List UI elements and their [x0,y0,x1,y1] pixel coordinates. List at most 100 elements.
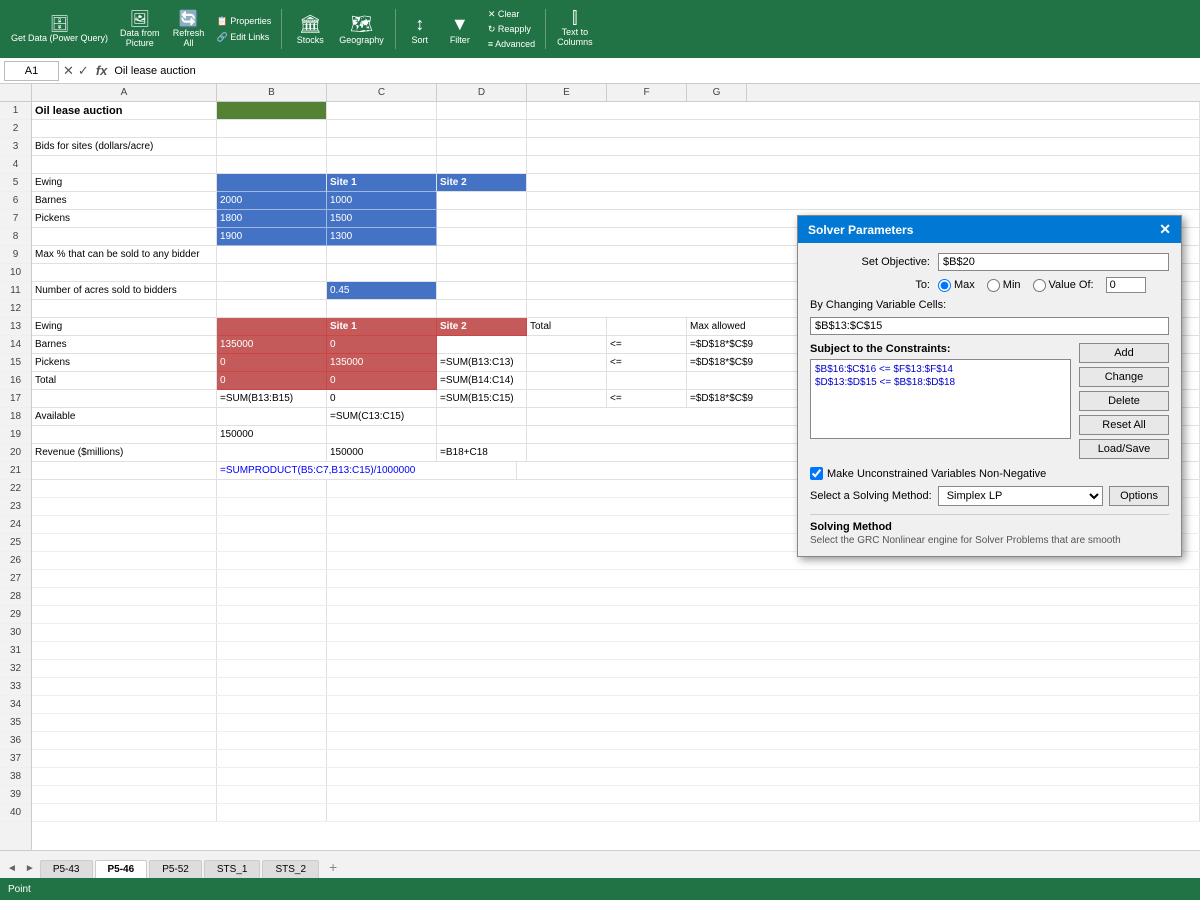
cell-c5[interactable]: Site 1 [327,174,437,192]
cell-f15[interactable]: <= [607,354,687,372]
cell-c15[interactable]: 135000 [327,354,437,372]
value-of-radio[interactable] [1033,279,1046,292]
cell-a14[interactable]: Barnes [32,336,217,354]
cell-a16[interactable]: Total [32,372,217,390]
delete-button[interactable]: Delete [1079,391,1169,411]
tab-p5-43[interactable]: P5-43 [40,860,93,878]
changing-cells-input[interactable] [810,317,1169,335]
load-save-button[interactable]: Load/Save [1079,439,1169,459]
cell-b19[interactable]: 150000 [217,426,327,444]
cell-b16[interactable]: 0 [217,372,327,390]
cell-d15[interactable]: =SUM(B13:C13) [437,354,527,372]
cell-c20[interactable]: 150000 [327,444,437,462]
formula-input[interactable]: Oil lease auction [114,65,1196,77]
geography-button[interactable]: 🗺 Geography [334,10,389,49]
cell-a20[interactable]: Revenue ($millions) [32,444,217,462]
cell-a18[interactable]: Available [32,408,217,426]
value-of-radio-label[interactable]: Value Of: [1033,279,1094,292]
cell-d17[interactable]: =SUM(B15:C15) [437,390,527,408]
cell-d13[interactable]: Site 2 [437,318,527,336]
cell-c13[interactable]: Site 1 [327,318,437,336]
cell-a15[interactable]: Pickens [32,354,217,372]
sort-button[interactable]: ↕ Sort [402,10,438,49]
reapply-button[interactable]: ↻ Reapply [484,23,539,36]
cell-a11[interactable]: Number of acres sold to bidders [32,282,217,300]
cell-b8[interactable]: 1900 [217,228,327,246]
cell-d16[interactable]: =SUM(B14:C14) [437,372,527,390]
cell-a9[interactable]: Max % that can be sold to any bidder [32,246,217,264]
cell-a3[interactable]: Bids for sites (dollars/acre) [32,138,217,156]
reset-all-button[interactable]: Reset All [1079,415,1169,435]
row-num: 24 [0,516,31,534]
value-of-input[interactable] [1106,277,1146,293]
cell-c17[interactable]: 0 [327,390,437,408]
cell-b21[interactable]: =SUMPRODUCT(B5:C7,B13:C15)/1000000 [217,462,517,480]
cell-c18[interactable]: =SUM(C13:C15) [327,408,437,426]
scroll-left-icon[interactable]: ◄ [4,859,20,878]
text-to-columns-button[interactable]: ⫿ Text toColumns [552,6,598,52]
get-data-button[interactable]: 🗄 Get Data (Power Query) [6,10,113,48]
cell-a13[interactable]: Ewing [32,318,217,336]
min-radio[interactable] [987,279,1000,292]
cell-b1[interactable] [217,102,327,120]
cell-c6[interactable]: 1000 [327,192,437,210]
cell-c14[interactable]: 0 [327,336,437,354]
sort-icon: ↕ [415,14,424,35]
objective-input[interactable]: $B$20 [938,253,1169,271]
cell-e13[interactable]: Total [527,318,607,336]
add-button[interactable]: Add [1079,343,1169,363]
cell-d5[interactable]: Site 2 [437,174,527,192]
filter-icon: ▼ [451,14,469,35]
properties-button[interactable]: 📋 Properties [213,14,276,29]
filter-button[interactable]: ▼ Filter [440,10,480,49]
cell-d1[interactable] [437,102,527,120]
max-radio-label[interactable]: Max [938,279,975,292]
solver-title-bar[interactable]: Solver Parameters ✕ [798,216,1181,243]
max-radio[interactable] [938,279,951,292]
cell-b7[interactable]: 1800 [217,210,327,228]
advanced-button[interactable]: ≡ Advanced [484,38,539,50]
cell-a7[interactable]: Pickens [32,210,217,228]
cell-d20[interactable]: =B18+C18 [437,444,527,462]
tab-p5-52[interactable]: P5-52 [149,860,202,878]
cell-c11[interactable]: 0.45 [327,282,437,300]
refresh-all-button[interactable]: 🔄 RefreshAll [167,5,211,53]
change-button[interactable]: Change [1079,367,1169,387]
constraint-item-1[interactable]: $B$16:$C$16 <= $F$13:$F$14 [815,364,1066,375]
cell-a5[interactable]: Ewing [32,174,217,192]
min-radio-label[interactable]: Min [987,279,1021,292]
constraint-item-2[interactable]: $D$13:$D$15 <= $B$18:$D$18 [815,377,1066,388]
confirm-icon[interactable]: ✓ [78,63,89,79]
options-button[interactable]: Options [1109,486,1169,506]
cell-b14[interactable]: 135000 [217,336,327,354]
tab-p5-46[interactable]: P5-46 [95,860,148,878]
stocks-button[interactable]: 🏛 Stocks [288,10,332,49]
cell-c7[interactable]: 1500 [327,210,437,228]
edit-links-button[interactable]: 🔗 Edit Links [213,30,276,45]
solving-method-select[interactable]: Simplex LP GRG Nonlinear Evolutionary [938,486,1103,506]
cell-b5[interactable] [217,174,327,192]
cell-f13[interactable] [607,318,687,336]
data-from-picture-button[interactable]: 🖼 Data fromPicture [115,5,165,53]
clear-button[interactable]: ✕ Clear [484,8,539,21]
solver-close-icon[interactable]: ✕ [1159,221,1171,238]
cancel-icon[interactable]: ✕ [63,63,74,79]
tab-sts-1[interactable]: STS_1 [204,860,261,878]
cell-b6[interactable]: 2000 [217,192,327,210]
name-box[interactable] [4,61,59,81]
unconstrained-checkbox[interactable] [810,467,823,480]
cell-c16[interactable]: 0 [327,372,437,390]
cell-a1[interactable]: Oil lease auction [32,102,217,120]
cell-b15[interactable]: 0 [217,354,327,372]
cell-c1[interactable] [327,102,437,120]
tab-sts-2[interactable]: STS_2 [262,860,319,878]
cell-d6[interactable] [437,192,527,210]
add-sheet-button[interactable]: + [321,856,345,878]
cell-b17[interactable]: =SUM(B13:B15) [217,390,327,408]
cell-f14[interactable]: <= [607,336,687,354]
scroll-right-icon[interactable]: ► [22,859,38,878]
cell-a6[interactable]: Barnes [32,192,217,210]
cell-c8[interactable]: 1300 [327,228,437,246]
cell-e1[interactable] [527,102,1200,120]
cell-f17[interactable]: <= [607,390,687,408]
